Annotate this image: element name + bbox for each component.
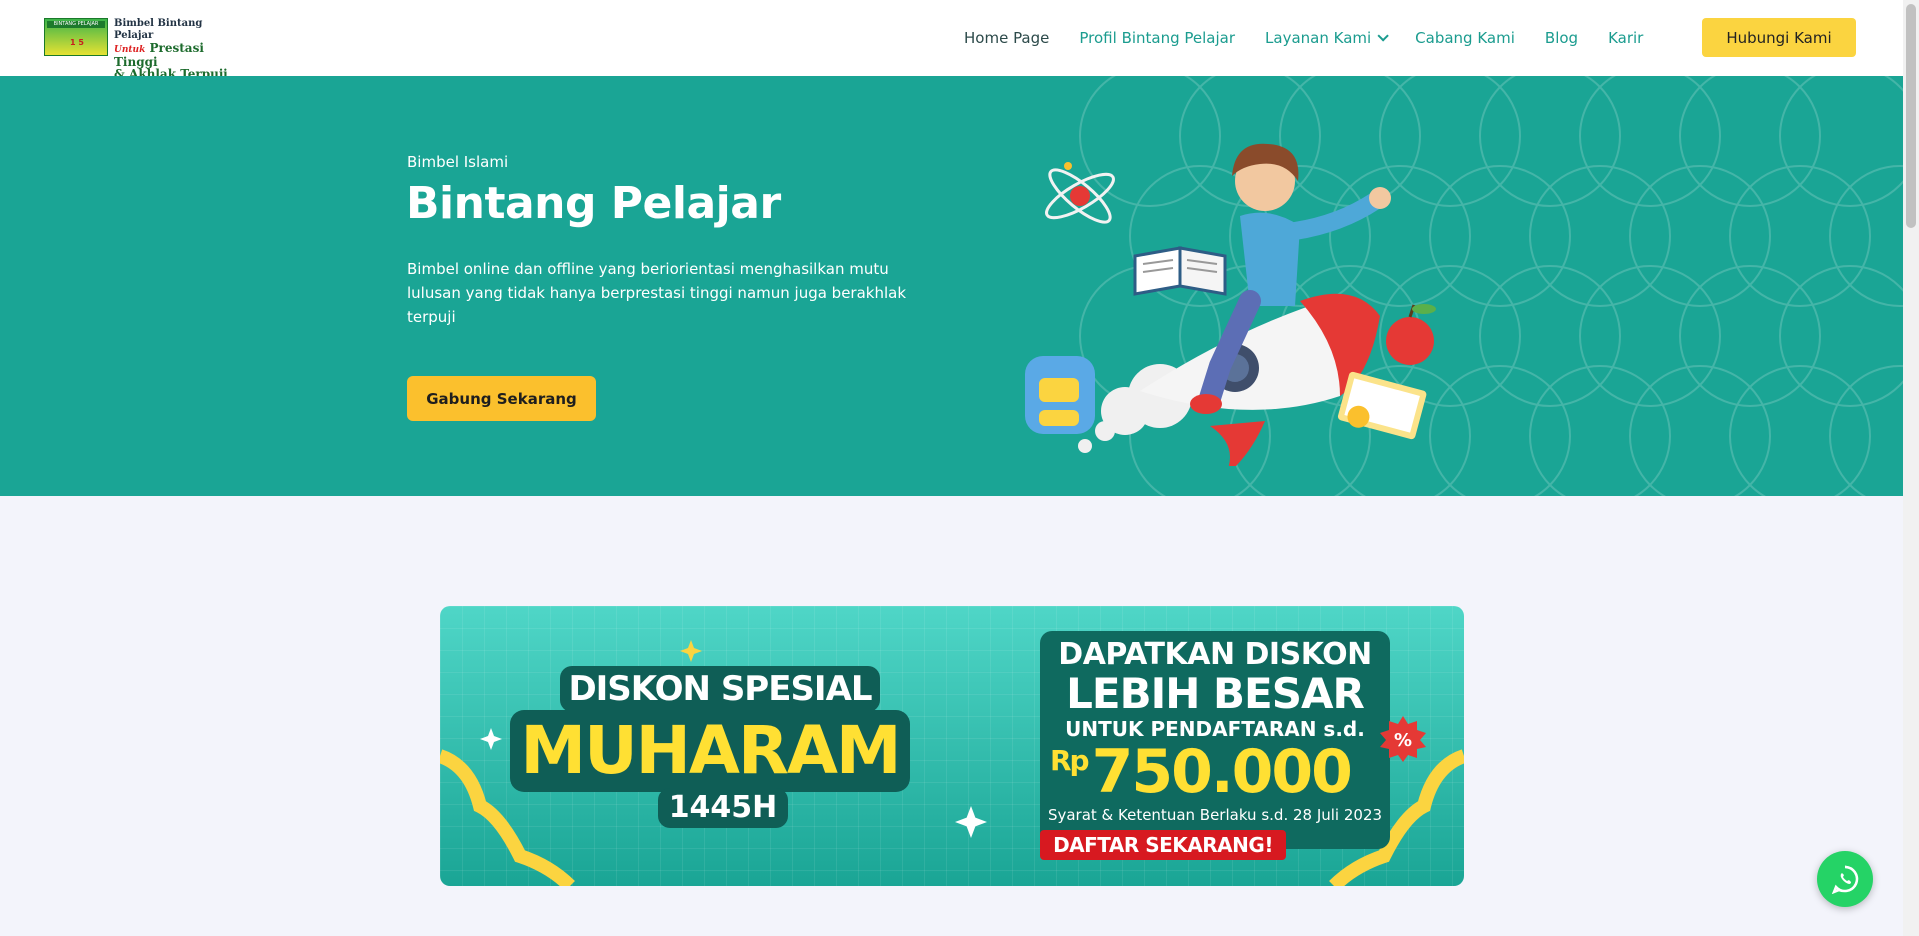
promo-banner[interactable]: DISKON SPESIAL MUHARAM 1445H DAPATKAN DI… (440, 606, 1464, 886)
logo-line2-script: Untuk (114, 45, 146, 55)
scrollbar-thumb[interactable] (1906, 4, 1916, 228)
nav-karir-label: Karir (1608, 29, 1644, 47)
daftar-sekarang-button[interactable]: DAFTAR SEKARANG! (1040, 830, 1286, 860)
promo-line2: MUHARAM (510, 710, 910, 792)
promo-line1: DISKON SPESIAL (560, 666, 880, 712)
sparkle-icon (680, 640, 702, 662)
hubungi-kami-button[interactable]: Hubungi Kami (1702, 18, 1856, 57)
logo-badge: BINTANG PELAJAR 1 5 (44, 18, 108, 56)
promo-amount: Rp750.000 (1050, 737, 1390, 807)
nav-home-page-label: Home Page (964, 29, 1050, 47)
nav-profil[interactable]: Profil Bintang Pelajar (1079, 29, 1235, 47)
logo-text: Bimbel Bintang Pelajar Untuk Prestasi Ti… (114, 18, 240, 80)
nav-blog-label: Blog (1544, 29, 1579, 47)
hero-title: Bintang Pelajar (406, 178, 781, 229)
apple-icon (1386, 304, 1436, 365)
nav-layanan-label: Layanan Kami (1265, 29, 1372, 47)
backpack-icon (1025, 356, 1095, 434)
page-scrollbar[interactable] (1903, 0, 1919, 936)
promo-amount-value: 750.000 (1091, 737, 1353, 807)
chevron-down-icon (1377, 30, 1389, 42)
percent-badge-icon: % (1380, 716, 1426, 762)
atom-icon (1045, 162, 1115, 224)
promo-offer-box: DAPATKAN DISKON LEBIH BESAR UNTUK PENDAF… (1040, 631, 1390, 849)
hero-eyebrow: Bimbel Islami (407, 153, 509, 171)
promo-offer-line2: LEBIH BESAR (1066, 669, 1365, 718)
nav-karir[interactable]: Karir (1608, 29, 1643, 47)
promo-headline: DISKON SPESIAL MUHARAM 1445H (510, 666, 910, 836)
sparkle-icon (955, 806, 987, 838)
nav-blog[interactable]: Blog (1545, 29, 1578, 47)
nav-cabang-label: Cabang Kami (1415, 29, 1515, 47)
promo-currency: Rp (1050, 744, 1090, 777)
logo-line2: Untuk Prestasi Tinggi (114, 42, 240, 68)
certificate-icon (1337, 371, 1427, 440)
hero-description: Bimbel online dan offline yang beriorien… (407, 260, 907, 326)
nav-home-page[interactable]: Home Page (964, 29, 1049, 47)
site-logo[interactable]: BINTANG PELAJAR 1 5 Bimbel Bintang Pelaj… (44, 18, 240, 80)
nav-cabang-kami[interactable]: Cabang Kami (1415, 29, 1515, 47)
hero-section: Bimbel Islami Bintang Pelajar Bimbel onl… (0, 76, 1903, 496)
promo-offer-line1: DAPATKAN DISKON (1058, 637, 1372, 672)
nav-profil-label: Profil Bintang Pelajar (1079, 29, 1236, 47)
logo-line1: Bimbel Bintang Pelajar (114, 18, 203, 41)
gabung-sekarang-button[interactable]: Gabung Sekarang (407, 376, 596, 421)
logo-badge-number: 1 5 (70, 38, 84, 47)
logo-badge-top: BINTANG PELAJAR (47, 21, 105, 28)
site-header: BINTANG PELAJAR 1 5 Bimbel Bintang Pelaj… (0, 0, 1903, 80)
rocket-icon (1140, 293, 1380, 466)
open-book-icon (1133, 246, 1227, 296)
whatsapp-button[interactable] (1817, 851, 1873, 907)
nav-layanan-kami[interactable]: Layanan Kami (1265, 29, 1389, 47)
main-nav: Home Page Profil Bintang Pelajar Layanan… (964, 27, 1643, 49)
promo-line3: 1445H (658, 788, 788, 828)
promo-terms: Syarat & Ketentuan Berlaku s.d. 28 Juli … (1047, 806, 1383, 824)
whatsapp-icon (1831, 865, 1859, 894)
percent-badge-text: % (1394, 730, 1412, 751)
student-rocket-illustration (1025, 143, 1436, 466)
